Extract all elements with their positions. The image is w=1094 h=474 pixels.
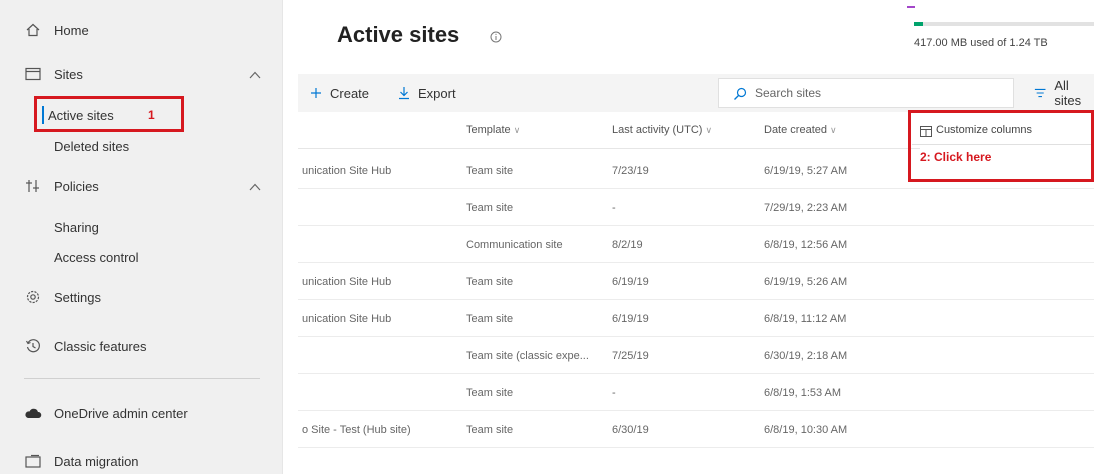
view-label: All sites — [1054, 78, 1082, 108]
cell-site-name[interactable]: unication Site Hub — [302, 165, 452, 177]
sidebar-item-sites[interactable]: Sites — [0, 59, 283, 89]
export-button[interactable]: Export — [398, 74, 456, 112]
table-row[interactable]: unication Site Hub Team site 6/19/19 6/1… — [298, 263, 1094, 300]
cell-date-created: 6/8/19, 12:56 AM — [764, 239, 848, 251]
cloud-icon — [24, 404, 42, 422]
plus-icon — [311, 88, 321, 98]
sidebar-item-label: Sharing — [54, 219, 99, 235]
chevron-up-icon[interactable] — [248, 180, 262, 194]
create-button[interactable]: Create — [310, 74, 369, 112]
top-indicator — [907, 6, 915, 8]
browser-icon — [24, 65, 42, 83]
annotation-box-step1 — [34, 96, 184, 132]
column-header-label: Last activity (UTC) — [612, 124, 703, 136]
chevron-down-icon: ∨ — [830, 125, 837, 135]
cell-template: Communication site — [466, 239, 563, 251]
cell-last-activity: 8/2/19 — [612, 239, 643, 251]
page-title: Active sites — [337, 22, 460, 47]
sidebar-item-onedrive-admin[interactable]: OneDrive admin center — [0, 398, 283, 428]
cell-template: Team site — [466, 202, 514, 214]
chevron-up-icon[interactable] — [248, 68, 262, 82]
cell-site-name[interactable]: unication Site Hub — [302, 313, 452, 325]
gear-icon — [24, 288, 42, 306]
sidebar-item-data-migration[interactable]: Data migration — [0, 446, 283, 474]
cell-last-activity: 6/30/19 — [612, 424, 649, 436]
sidebar: Home Sites Active sites 1 Deleted sites … — [0, 0, 283, 474]
cell-site-name[interactable]: o Site - Test (Hub site) — [302, 424, 452, 436]
cell-last-activity: - — [612, 202, 616, 214]
cell-last-activity: 7/25/19 — [612, 350, 649, 362]
table-row[interactable]: Team site - 7/29/19, 2:23 AM — [298, 189, 1094, 226]
cell-last-activity: 6/19/19 — [612, 313, 649, 325]
create-label: Create — [330, 85, 370, 101]
sidebar-item-label: Deleted sites — [54, 138, 130, 154]
main-content: Active sites 417.00 MB used of 1.24 TB C… — [284, 0, 1094, 474]
table-row[interactable]: Communication site 8/2/19 6/8/19, 12:56 … — [298, 226, 1094, 263]
info-icon[interactable] — [490, 30, 502, 43]
search-input[interactable]: Search sites — [755, 86, 821, 100]
storage-bar — [914, 22, 1094, 26]
cell-template: Team site — [466, 165, 514, 177]
sidebar-item-label: Settings — [54, 289, 101, 305]
cell-template: Team site (classic expe... — [466, 350, 589, 362]
sidebar-item-label: Sites — [54, 66, 83, 82]
annotation-step1-label: 1 — [148, 108, 155, 122]
column-header-label: Date created — [764, 124, 827, 136]
table-row[interactable]: o Site - Test (Hub site) Team site 6/30/… — [298, 411, 1094, 448]
migration-icon — [24, 452, 42, 470]
storage-bar-fill — [914, 22, 923, 26]
cell-date-created: 6/8/19, 10:30 AM — [764, 424, 848, 436]
table-row[interactable]: Team site - 6/8/19, 1:53 AM — [298, 374, 1094, 411]
cell-date-created: 6/8/19, 11:12 AM — [764, 313, 847, 325]
sidebar-item-settings[interactable]: Settings — [0, 282, 283, 312]
storage-usage-text: 417.00 MB used of 1.24 TB — [914, 37, 1048, 49]
cell-last-activity: 6/19/19 — [612, 276, 649, 288]
sidebar-item-classic-features[interactable]: Classic features — [0, 331, 283, 361]
cell-last-activity: 7/23/19 — [612, 165, 649, 177]
cell-template: Team site — [466, 387, 514, 399]
sidebar-item-label: Access control — [54, 249, 139, 265]
command-bar: Create Export Search sites All sites — [298, 74, 1094, 112]
column-header-date-created[interactable]: Date created ∨ — [764, 124, 837, 136]
table-row[interactable]: Team site (classic expe... 7/25/19 6/30/… — [298, 337, 1094, 374]
table-row[interactable]: unication Site Hub Team site 6/19/19 6/8… — [298, 300, 1094, 337]
search-icon — [734, 87, 747, 100]
sidebar-item-label: Data migration — [54, 453, 139, 469]
cell-date-created: 7/29/19, 2:23 AM — [764, 202, 848, 214]
sidebar-item-access-control[interactable]: Access control — [0, 242, 283, 272]
cell-template: Team site — [466, 313, 514, 325]
sidebar-item-home[interactable]: Home — [0, 15, 283, 45]
annotation-box-step2 — [908, 110, 1094, 182]
cell-template: Team site — [466, 424, 514, 436]
search-box[interactable]: Search sites — [718, 78, 1014, 108]
download-icon — [399, 87, 409, 100]
home-icon — [24, 21, 42, 39]
cell-date-created: 6/30/19, 2:18 AM — [764, 350, 848, 362]
column-header-last-activity[interactable]: Last activity (UTC) ∨ — [612, 124, 712, 136]
sidebar-item-deleted-sites[interactable]: Deleted sites — [0, 131, 283, 161]
sidebar-item-policies[interactable]: Policies — [0, 171, 283, 201]
sidebar-divider — [24, 378, 260, 379]
column-header-template[interactable]: Template ∨ — [466, 124, 520, 136]
filter-icon — [1034, 88, 1046, 98]
sidebar-item-label: OneDrive admin center — [54, 405, 188, 421]
cell-date-created: 6/19/19, 5:26 AM — [764, 276, 848, 288]
column-header-label: Template — [466, 124, 511, 136]
chevron-down-icon: ∨ — [513, 125, 521, 135]
history-icon — [24, 337, 42, 355]
sidebar-item-label: Home — [54, 22, 89, 38]
export-label: Export — [418, 85, 456, 101]
sidebar-item-sharing[interactable]: Sharing — [0, 212, 283, 242]
cell-site-name[interactable]: unication Site Hub — [302, 276, 452, 288]
cell-date-created: 6/19/19, 5:27 AM — [764, 165, 848, 177]
chevron-down-icon: ∨ — [705, 125, 713, 135]
cell-template: Team site — [466, 276, 514, 288]
sidebar-item-label: Classic features — [54, 338, 147, 354]
cell-last-activity: - — [612, 387, 616, 399]
cell-date-created: 6/8/19, 1:53 AM — [764, 387, 842, 399]
policies-icon — [24, 177, 42, 195]
sidebar-item-label: Policies — [54, 178, 99, 194]
view-selector[interactable]: All sites — [1034, 74, 1094, 112]
